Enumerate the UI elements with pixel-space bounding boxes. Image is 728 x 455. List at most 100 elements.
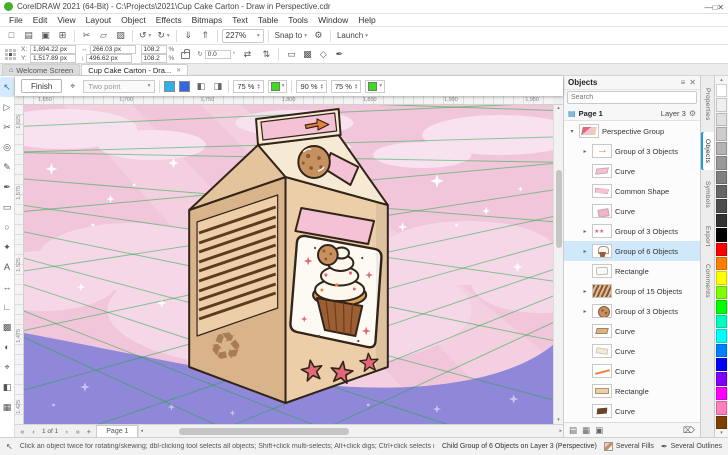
scroll-up-icon[interactable]: ▴ <box>557 105 560 112</box>
docker-tab-objects[interactable]: Objects <box>701 132 714 170</box>
outline-width-button[interactable]: ✒ <box>332 47 346 61</box>
crop-tool[interactable]: ✂ <box>0 117 14 137</box>
color-swatch[interactable] <box>716 156 727 169</box>
horizontal-scrollbar-thumb[interactable] <box>179 428 349 435</box>
outline-status[interactable]: ✒ Several Outlines <box>661 442 722 451</box>
new-master-layer-button[interactable]: ▦ <box>582 425 590 436</box>
color-swatch[interactable] <box>716 344 727 357</box>
convert-to-curves-button[interactable]: ◇ <box>316 47 330 61</box>
interactive-fill-tool[interactable]: ◧ <box>0 377 14 397</box>
color-swatch[interactable] <box>716 401 727 414</box>
next-page-button[interactable]: › <box>61 427 72 436</box>
artistic-media-tool[interactable]: ✒ <box>0 177 14 197</box>
scale-y-input[interactable]: 108.2 <box>141 54 167 63</box>
spinner-icon[interactable]: ▴▾ <box>321 83 323 89</box>
page-tab[interactable]: Page 1 <box>96 425 138 437</box>
menu-window[interactable]: Window <box>313 15 353 25</box>
first-page-button[interactable]: « <box>17 427 28 436</box>
text-tool[interactable]: A <box>0 257 14 277</box>
expander-icon[interactable]: ▾ <box>568 128 576 135</box>
docker-tab-export[interactable]: Export <box>701 219 714 254</box>
expander-icon[interactable]: ▸ <box>581 308 589 315</box>
expander-icon[interactable]: ▸ <box>581 248 589 255</box>
color-swatch[interactable] <box>716 127 727 140</box>
object-tree-item[interactable]: ▸ Group of 3 Objects <box>564 221 700 241</box>
polygon-tool[interactable]: ✦ <box>0 237 14 257</box>
freehand-tool[interactable]: ✎ <box>0 157 14 177</box>
object-tree-item[interactable]: ▾ Perspective Group <box>564 121 700 141</box>
menu-effects[interactable]: Effects <box>151 15 187 25</box>
lock-ratio-button[interactable] <box>181 52 190 59</box>
color-swatch[interactable] <box>716 84 727 97</box>
color-swatch[interactable] <box>716 199 727 212</box>
grid-density-field[interactable]: 90 % ▴▾ <box>296 80 326 93</box>
docker-tab-properties[interactable]: Properties <box>701 81 714 128</box>
object-tree-item[interactable]: Curve <box>564 361 700 381</box>
object-tree-item[interactable]: Curve <box>564 161 700 181</box>
delete-button[interactable]: ⌦ <box>683 425 695 436</box>
color-swatch[interactable] <box>716 214 727 227</box>
menu-view[interactable]: View <box>52 15 80 25</box>
show-grid-toggle[interactable]: ◧ <box>194 81 207 92</box>
color-swatch[interactable] <box>716 271 727 284</box>
docker-menu-icon[interactable]: ≡ <box>681 78 686 87</box>
dimension-tool[interactable]: ↔ <box>0 277 14 297</box>
drop-shadow-tool[interactable]: ▩ <box>0 317 14 337</box>
duplicate-button[interactable]: ▣ <box>595 425 603 436</box>
color-swatch[interactable] <box>716 387 727 400</box>
finish-perspective-button[interactable]: Finish <box>21 79 62 93</box>
color-swatch[interactable] <box>716 329 727 342</box>
color-swatch[interactable] <box>716 113 727 126</box>
docker-tab-comments[interactable]: Comments <box>701 257 714 305</box>
scale-x-input[interactable]: 108.2 <box>141 45 167 54</box>
object-tree-item[interactable]: Curve <box>564 401 700 421</box>
color-swatch[interactable] <box>716 315 727 328</box>
menu-table[interactable]: Table <box>253 15 283 25</box>
menu-help[interactable]: Help <box>353 15 380 25</box>
grid-opacity-field[interactable]: 75 % ▴▾ <box>233 80 263 93</box>
shape-tool[interactable]: ▷ <box>0 97 14 117</box>
document-tab[interactable]: Cup Cake Carton - Dra...✕ <box>81 64 188 75</box>
expander-icon[interactable]: ▸ <box>581 288 589 295</box>
objects-search-input[interactable] <box>567 91 697 104</box>
redo-button[interactable]: ↻▾ <box>155 29 171 43</box>
expander-icon[interactable]: ▸ <box>581 148 589 155</box>
expander-icon[interactable]: ▸ <box>581 228 589 235</box>
save-document-button[interactable]: ▣ <box>38 29 53 43</box>
active-page-label[interactable]: Page 1 <box>579 109 603 118</box>
fill-status[interactable]: Several Fills <box>604 442 654 451</box>
import-button[interactable]: ⇓ <box>181 29 196 43</box>
zoom-tool[interactable]: ◎ <box>0 137 14 157</box>
smart-fill-tool[interactable]: ▦ <box>0 397 14 417</box>
palette-scroll-down[interactable]: ▾ <box>720 430 723 436</box>
plane-opacity-field[interactable]: 75 % ▴▾ <box>331 80 361 93</box>
drawing-canvas[interactable]: ♻ <box>24 105 553 424</box>
undo-button[interactable]: ↺▾ <box>137 29 153 43</box>
print-button[interactable]: ⊞ <box>55 29 70 43</box>
paste-button[interactable]: ▨ <box>113 29 128 43</box>
new-layer-button[interactable]: ▤ <box>569 425 577 436</box>
round-corner-button[interactable]: ▩ <box>300 47 314 61</box>
docker-tab-symbols[interactable]: Symbols <box>701 174 714 215</box>
add-page-button[interactable]: + <box>83 427 94 436</box>
plane-grid-color-swatch[interactable]: ▾ <box>365 80 385 93</box>
color-eyedropper-tool[interactable]: ⌖ <box>0 357 14 377</box>
spinner-icon[interactable]: ▴▾ <box>355 83 357 89</box>
document-tab[interactable]: ⌂Welcome Screen <box>2 64 80 75</box>
mirror-horizontal-button[interactable]: ⇄ <box>240 47 254 61</box>
y-position-input[interactable]: 1,517.89 px <box>30 54 76 63</box>
color-swatch[interactable] <box>716 243 727 256</box>
menu-tools[interactable]: Tools <box>283 15 313 25</box>
color-swatch[interactable] <box>716 171 727 184</box>
anchor-point-selector[interactable] <box>5 49 16 60</box>
rectangle-tool[interactable]: ▭ <box>0 197 14 217</box>
options-button[interactable]: ⚙ <box>311 29 326 43</box>
menu-text[interactable]: Text <box>227 15 253 25</box>
color-swatch[interactable] <box>716 358 727 371</box>
object-tree-item[interactable]: Common Shape <box>564 181 700 201</box>
object-tree-item[interactable]: ▸ Group of 15 Objects <box>564 281 700 301</box>
menu-bitmaps[interactable]: Bitmaps <box>187 15 228 25</box>
vertical-scrollbar-thumb[interactable] <box>556 170 562 248</box>
rotation-angle-input[interactable]: 0.0 <box>205 50 231 59</box>
spinner-icon[interactable]: ▴▾ <box>257 83 259 89</box>
